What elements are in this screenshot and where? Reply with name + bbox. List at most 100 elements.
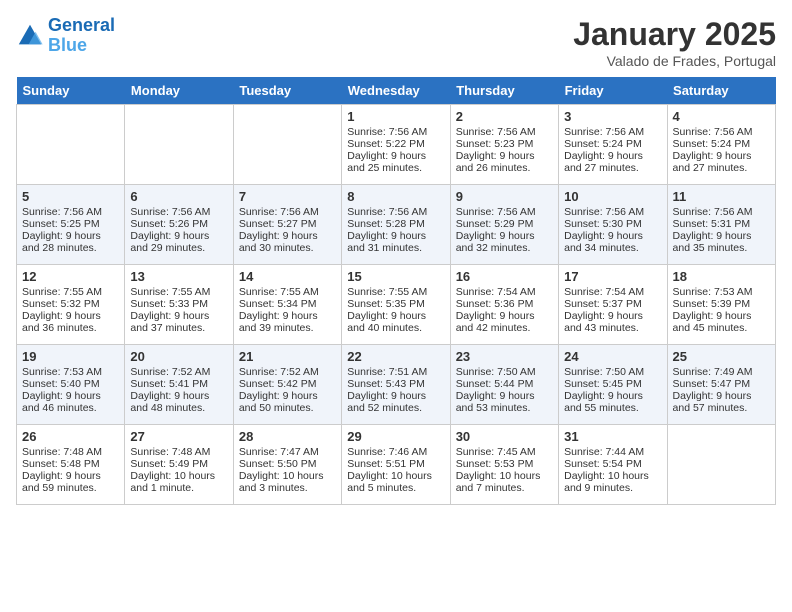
- day-number: 10: [564, 189, 661, 204]
- daylight-label: Daylight: 9 hours and 26 minutes.: [456, 150, 535, 174]
- daylight-label: Daylight: 9 hours and 36 minutes.: [22, 310, 101, 334]
- sunrise-label: Sunrise: 7:53 AM: [673, 286, 753, 298]
- weekday-header-sunday: Sunday: [17, 77, 125, 105]
- month-title: January 2025: [573, 16, 776, 53]
- day-number: 1: [347, 109, 444, 124]
- calendar-cell: 1Sunrise: 7:56 AMSunset: 5:22 PMDaylight…: [342, 105, 450, 185]
- sunset-label: Sunset: 5:48 PM: [22, 458, 100, 470]
- day-number: 30: [456, 429, 553, 444]
- calendar-cell: 19Sunrise: 7:53 AMSunset: 5:40 PMDayligh…: [17, 345, 125, 425]
- sunrise-label: Sunrise: 7:56 AM: [564, 206, 644, 218]
- day-number: 21: [239, 349, 336, 364]
- daylight-label: Daylight: 9 hours and 52 minutes.: [347, 390, 426, 414]
- daylight-label: Daylight: 9 hours and 59 minutes.: [22, 470, 101, 494]
- calendar-cell: 21 Sunrise: 7:52 AMSunset: 5:42 PMDayligh…: [233, 345, 341, 425]
- calendar-cell: 24Sunrise: 7:50 AMSunset: 5:45 PMDayligh…: [559, 345, 667, 425]
- daylight-label: Daylight: 9 hours and 39 minutes.: [239, 310, 318, 334]
- weekday-header-thursday: Thursday: [450, 77, 558, 105]
- sunrise-label: Sunrise: 7:56 AM: [347, 206, 427, 218]
- title-block: January 2025 Valado de Frades, Portugal: [573, 16, 776, 69]
- weekday-header-wednesday: Wednesday: [342, 77, 450, 105]
- calendar-cell: [233, 105, 341, 185]
- sunset-label: Sunset: 5:47 PM: [673, 378, 751, 390]
- sunset-label: Sunset: 5:29 PM: [456, 218, 534, 230]
- day-number: 13: [130, 269, 227, 284]
- day-number: 5: [22, 189, 119, 204]
- sunset-label: Sunset: 5:44 PM: [456, 378, 534, 390]
- day-number: 29: [347, 429, 444, 444]
- sunset-label: Sunset: 5:33 PM: [130, 298, 208, 310]
- calendar-cell: 20Sunrise: 7:52 AMSunset: 5:41 PMDayligh…: [125, 345, 233, 425]
- sunrise-label: Sunrise: 7:56 AM: [456, 126, 536, 138]
- calendar-cell: 9Sunrise: 7:56 AMSunset: 5:29 PMDaylight…: [450, 185, 558, 265]
- day-number: 26: [22, 429, 119, 444]
- sunset-label: Sunset: 5:27 PM: [239, 218, 317, 230]
- daylight-label: Daylight: 9 hours and 55 minutes.: [564, 390, 643, 414]
- calendar-cell: 14Sunrise: 7:55 AMSunset: 5:34 PMDayligh…: [233, 265, 341, 345]
- day-number: 4: [673, 109, 770, 124]
- day-number: 15: [347, 269, 444, 284]
- sunrise-label: Sunrise: 7:50 AM: [564, 366, 644, 378]
- sunset-label: Sunset: 5:42 PM: [239, 378, 317, 390]
- sunrise-label: Sunrise: 7:48 AM: [130, 446, 210, 458]
- weekday-header-tuesday: Tuesday: [233, 77, 341, 105]
- week-row-4: 19Sunrise: 7:53 AMSunset: 5:40 PMDayligh…: [17, 345, 776, 425]
- day-number: 28: [239, 429, 336, 444]
- day-number: 17: [564, 269, 661, 284]
- calendar-cell: 30Sunrise: 7:45 AMSunset: 5:53 PMDayligh…: [450, 425, 558, 505]
- sunrise-label: Sunrise: 7:51 AM: [347, 366, 427, 378]
- weekday-header-row: SundayMondayTuesdayWednesdayThursdayFrid…: [17, 77, 776, 105]
- sunrise-label: Sunrise: 7:44 AM: [564, 446, 644, 458]
- sunset-label: Sunset: 5:54 PM: [564, 458, 642, 470]
- calendar-cell: 31Sunrise: 7:44 AMSunset: 5:54 PMDayligh…: [559, 425, 667, 505]
- week-row-5: 26Sunrise: 7:48 AMSunset: 5:48 PMDayligh…: [17, 425, 776, 505]
- calendar-cell: 17Sunrise: 7:54 AMSunset: 5:37 PMDayligh…: [559, 265, 667, 345]
- calendar-cell: 8 Sunrise: 7:56 AMSunset: 5:28 PMDaylight…: [342, 185, 450, 265]
- sunset-label: Sunset: 5:39 PM: [673, 298, 751, 310]
- day-number: 16: [456, 269, 553, 284]
- daylight-label: Daylight: 9 hours and 25 minutes.: [347, 150, 426, 174]
- daylight-label: Daylight: 9 hours and 27 minutes.: [673, 150, 752, 174]
- sunrise-label: Sunrise: 7:56 AM: [673, 126, 753, 138]
- week-row-2: 5Sunrise: 7:56 AMSunset: 5:25 PMDaylight…: [17, 185, 776, 265]
- day-number: 7: [239, 189, 336, 204]
- sunrise-label: Sunrise: 7:52 AM: [130, 366, 210, 378]
- calendar-cell: 18Sunrise: 7:53 AMSunset: 5:39 PMDayligh…: [667, 265, 775, 345]
- calendar-cell: [125, 105, 233, 185]
- calendar-cell: 3Sunrise: 7:56 AMSunset: 5:24 PMDaylight…: [559, 105, 667, 185]
- sunrise-label: Sunrise: 7:52 AM: [239, 366, 319, 378]
- sunset-label: Sunset: 5:28 PM: [347, 218, 425, 230]
- sunrise-label: Sunrise: 7:56 AM: [347, 126, 427, 138]
- calendar-cell: 4Sunrise: 7:56 AMSunset: 5:24 PMDaylight…: [667, 105, 775, 185]
- week-row-3: 12Sunrise: 7:55 AMSunset: 5:32 PMDayligh…: [17, 265, 776, 345]
- sunset-label: Sunset: 5:32 PM: [22, 298, 100, 310]
- daylight-label: Daylight: 9 hours and 50 minutes.: [239, 390, 318, 414]
- weekday-header-saturday: Saturday: [667, 77, 775, 105]
- sunset-label: Sunset: 5:51 PM: [347, 458, 425, 470]
- daylight-label: Daylight: 9 hours and 30 minutes.: [239, 230, 318, 254]
- day-number: 22: [347, 349, 444, 364]
- calendar-cell: [17, 105, 125, 185]
- sunset-label: Sunset: 5:34 PM: [239, 298, 317, 310]
- daylight-label: Daylight: 10 hours and 7 minutes.: [456, 470, 541, 494]
- daylight-label: Daylight: 9 hours and 34 minutes.: [564, 230, 643, 254]
- calendar-cell: 16Sunrise: 7:54 AMSunset: 5:36 PMDayligh…: [450, 265, 558, 345]
- sunset-label: Sunset: 5:31 PM: [673, 218, 751, 230]
- day-number: 3: [564, 109, 661, 124]
- calendar-cell: 7Sunrise: 7:56 AMSunset: 5:27 PMDaylight…: [233, 185, 341, 265]
- sunrise-label: Sunrise: 7:56 AM: [130, 206, 210, 218]
- weekday-header-friday: Friday: [559, 77, 667, 105]
- sunrise-label: Sunrise: 7:56 AM: [456, 206, 536, 218]
- sunset-label: Sunset: 5:30 PM: [564, 218, 642, 230]
- sunset-label: Sunset: 5:26 PM: [130, 218, 208, 230]
- calendar-cell: 23Sunrise: 7:50 AMSunset: 5:44 PMDayligh…: [450, 345, 558, 425]
- calendar-cell: 25Sunrise: 7:49 AMSunset: 5:47 PMDayligh…: [667, 345, 775, 425]
- sunrise-label: Sunrise: 7:55 AM: [130, 286, 210, 298]
- day-number: 19: [22, 349, 119, 364]
- daylight-label: Daylight: 9 hours and 31 minutes.: [347, 230, 426, 254]
- day-number: 8: [347, 189, 444, 204]
- sunrise-label: Sunrise: 7:46 AM: [347, 446, 427, 458]
- sunset-label: Sunset: 5:37 PM: [564, 298, 642, 310]
- calendar-cell: 22Sunrise: 7:51 AMSunset: 5:43 PMDayligh…: [342, 345, 450, 425]
- day-number: 2: [456, 109, 553, 124]
